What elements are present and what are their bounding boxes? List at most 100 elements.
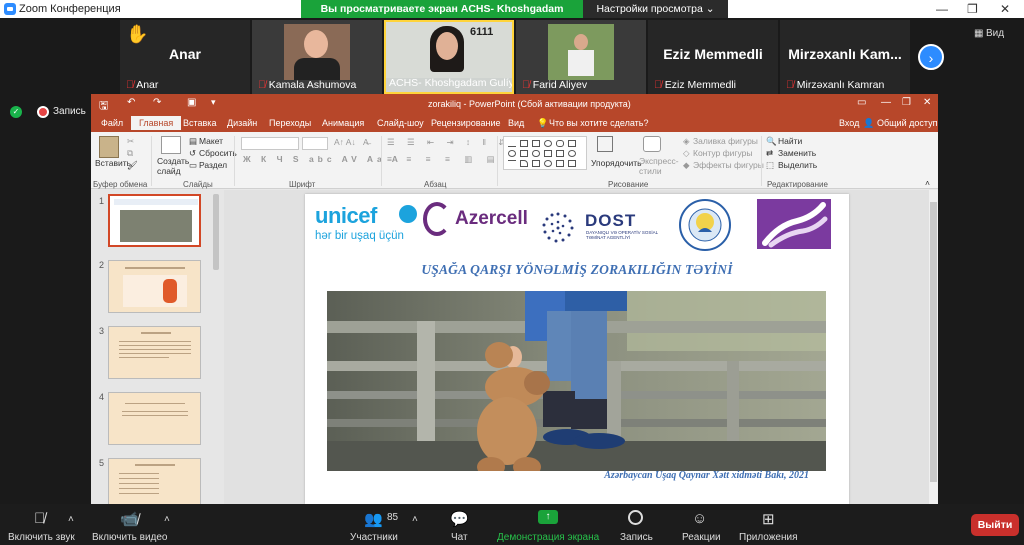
paste-icon[interactable] [99, 136, 119, 158]
new-slide-button[interactable]: Создать слайд [157, 156, 189, 176]
ppt-minimize-icon[interactable]: — [881, 97, 891, 108]
font-name-input[interactable] [241, 137, 299, 150]
tab-review[interactable]: Рецензирование [431, 118, 501, 128]
chat-button[interactable]: Чат [451, 532, 468, 543]
grid-view-icon[interactable]: ▦ [974, 28, 983, 39]
tab-slideshow[interactable]: Слайд-шоу [377, 118, 424, 128]
record-button-icon[interactable] [628, 510, 643, 525]
security-shield-icon[interactable]: ✓ [10, 106, 22, 118]
close-icon[interactable]: ✕ [1000, 2, 1010, 16]
view-settings-button[interactable]: Настройки просмотра ⌄ [583, 0, 728, 18]
slide-scrollbar[interactable] [929, 190, 938, 504]
unmute-button[interactable]: Включить звук [8, 532, 75, 543]
reactions-icon[interactable]: ☺ [692, 510, 707, 527]
participant-tile[interactable]: ✋ Anar 🎙̸ Anar [120, 20, 250, 94]
redo-icon[interactable]: ↷ [153, 97, 161, 108]
select-button[interactable]: Выделить [778, 160, 817, 170]
slide-thumbnail-3[interactable] [108, 326, 201, 379]
slide-thumbnail-1[interactable] [108, 194, 201, 247]
restore-icon[interactable]: ❐ [967, 2, 978, 16]
participant-tile[interactable]: Eziz Memmedli 🎙̸ Eziz Memmedli [648, 20, 778, 94]
quick-styles-button[interactable]: Экспресс-стили [639, 156, 679, 176]
thumbnails-scrollbar[interactable] [213, 194, 219, 270]
list-icons[interactable]: ☰ ☰ ⇤ ⇥ ↕ ‖ ⇵ [387, 137, 511, 148]
tab-transitions[interactable]: Переходы [269, 118, 311, 128]
minimize-icon[interactable]: — [936, 2, 948, 16]
leave-button[interactable]: Выйти [971, 514, 1019, 536]
participant-tile[interactable]: 🎙̸ Kamala Ashumova [252, 20, 382, 94]
tab-home[interactable]: Главная [131, 116, 182, 130]
collapse-ribbon-icon[interactable]: ˄ [925, 178, 930, 188]
present-icon[interactable]: ▣ [187, 97, 196, 108]
ribbon-options-icon[interactable]: ▭ [857, 97, 866, 108]
view-label[interactable]: Вид [986, 28, 1004, 39]
video-options-icon[interactable]: ˄ [164, 514, 170, 525]
participants-button[interactable]: Участники [350, 532, 398, 543]
format-painter-icon[interactable]: 🖌 [127, 160, 138, 171]
align-icons[interactable]: ≡ ≡ ≡ ≡ ▥ ▤ [387, 154, 501, 165]
participants-count: 85 [387, 512, 399, 523]
share-screen-icon[interactable]: ↑ [538, 510, 558, 524]
tab-animation[interactable]: Анимация [322, 118, 364, 128]
undo-icon[interactable]: ↶ [127, 97, 135, 108]
grow-font-icon[interactable]: A↑ A↓ [334, 137, 356, 147]
participants-icon[interactable]: 👥 [364, 510, 383, 528]
record-button[interactable]: Запись [620, 532, 653, 543]
reset-button[interactable]: Сбросить [199, 148, 237, 158]
audio-options-icon[interactable]: ˄ [68, 514, 74, 525]
current-slide[interactable]: unicef hər bir uşaq üçün Azercell DOST D… [305, 194, 849, 504]
find-button[interactable]: Найти [778, 136, 802, 146]
ppt-close-icon[interactable]: ✕ [923, 97, 931, 108]
participant-name: Anar [169, 46, 201, 62]
apps-icon[interactable]: ⊞ [762, 510, 775, 528]
share-screen-button[interactable]: Демонстрация экрана [497, 532, 599, 543]
shapes-gallery[interactable] [503, 136, 587, 170]
replace-icon: ⇄ [766, 148, 774, 158]
shape-fill-button[interactable]: Заливка фигуры [693, 136, 758, 146]
customize-qat-icon[interactable]: ▾ [211, 97, 216, 108]
reactions-button[interactable]: Реакции [682, 532, 721, 543]
ppt-restore-icon[interactable]: ❐ [902, 97, 911, 108]
record-label: Запись [53, 106, 86, 117]
quick-styles-icon[interactable] [643, 136, 661, 152]
save-icon[interactable]: 🖫 [99, 97, 108, 116]
font-style-icons[interactable]: Ж К Ч S abc AV Aa A [243, 154, 402, 164]
participants-options-icon[interactable]: ˄ [412, 514, 418, 525]
copy-icon[interactable]: ⧉ [127, 148, 133, 159]
shape-effects-button[interactable]: Эффекты фигуры [693, 160, 764, 170]
arrange-icon[interactable] [597, 136, 613, 152]
share-button[interactable]: Общий доступ [877, 118, 937, 128]
font-size-input[interactable] [302, 137, 328, 150]
paste-button[interactable]: Вставить [95, 158, 131, 168]
mic-muted-icon[interactable]: 🎙̸ [34, 510, 45, 527]
tab-design[interactable]: Дизайн [227, 118, 257, 128]
tab-file[interactable]: Файл [101, 118, 123, 128]
clear-format-icon[interactable]: A̶ [363, 137, 369, 147]
tab-insert[interactable]: Вставка [183, 118, 216, 128]
signin-link[interactable]: Вход [839, 118, 859, 128]
shape-outline-button[interactable]: Контур фигуры [693, 148, 752, 158]
slide-thumbnail-4[interactable] [108, 392, 201, 445]
slide-thumbnail-2[interactable] [108, 260, 201, 313]
participant-tile[interactable]: Mirzəxanlı Kam... 🎙̸ Mirzəxanlı Kamran [780, 20, 910, 94]
arrange-button[interactable]: Упорядочить [591, 158, 642, 168]
tell-me-search[interactable]: Что вы хотите сделать? [549, 118, 649, 128]
tab-view[interactable]: Вид [508, 118, 524, 128]
azercell-logo-icon [423, 202, 451, 236]
cut-icon[interactable]: ✂ [127, 136, 134, 147]
dost-subtitle: DAYANIQLI VƏ OPERATİV SOSİAL TƏMİNAT AGE… [586, 230, 658, 240]
replace-button[interactable]: Заменить [778, 148, 816, 158]
new-slide-icon[interactable] [161, 136, 181, 154]
section-button[interactable]: Раздел [199, 160, 227, 170]
apps-button[interactable]: Приложения [739, 532, 798, 543]
shape-fill-icon: ◈ [683, 136, 690, 146]
participant-tile-active[interactable]: 6111 ACHS- Khoshgadam Gulíy... [384, 20, 514, 94]
start-video-button[interactable]: Включить видео [92, 532, 168, 543]
chat-icon[interactable]: 💬 [450, 510, 469, 528]
layout-button[interactable]: Макет [199, 136, 223, 146]
slide-footer: Azərbaycan Uşaq Qaynar Xətt xidməti Bakı… [604, 470, 809, 481]
thumb-number: 1 [99, 196, 105, 206]
video-off-icon[interactable]: 📹̸ [120, 510, 139, 528]
next-page-button[interactable]: › [918, 44, 944, 70]
participant-tile[interactable]: 🎙̸ Farid Aliyev [516, 20, 646, 94]
